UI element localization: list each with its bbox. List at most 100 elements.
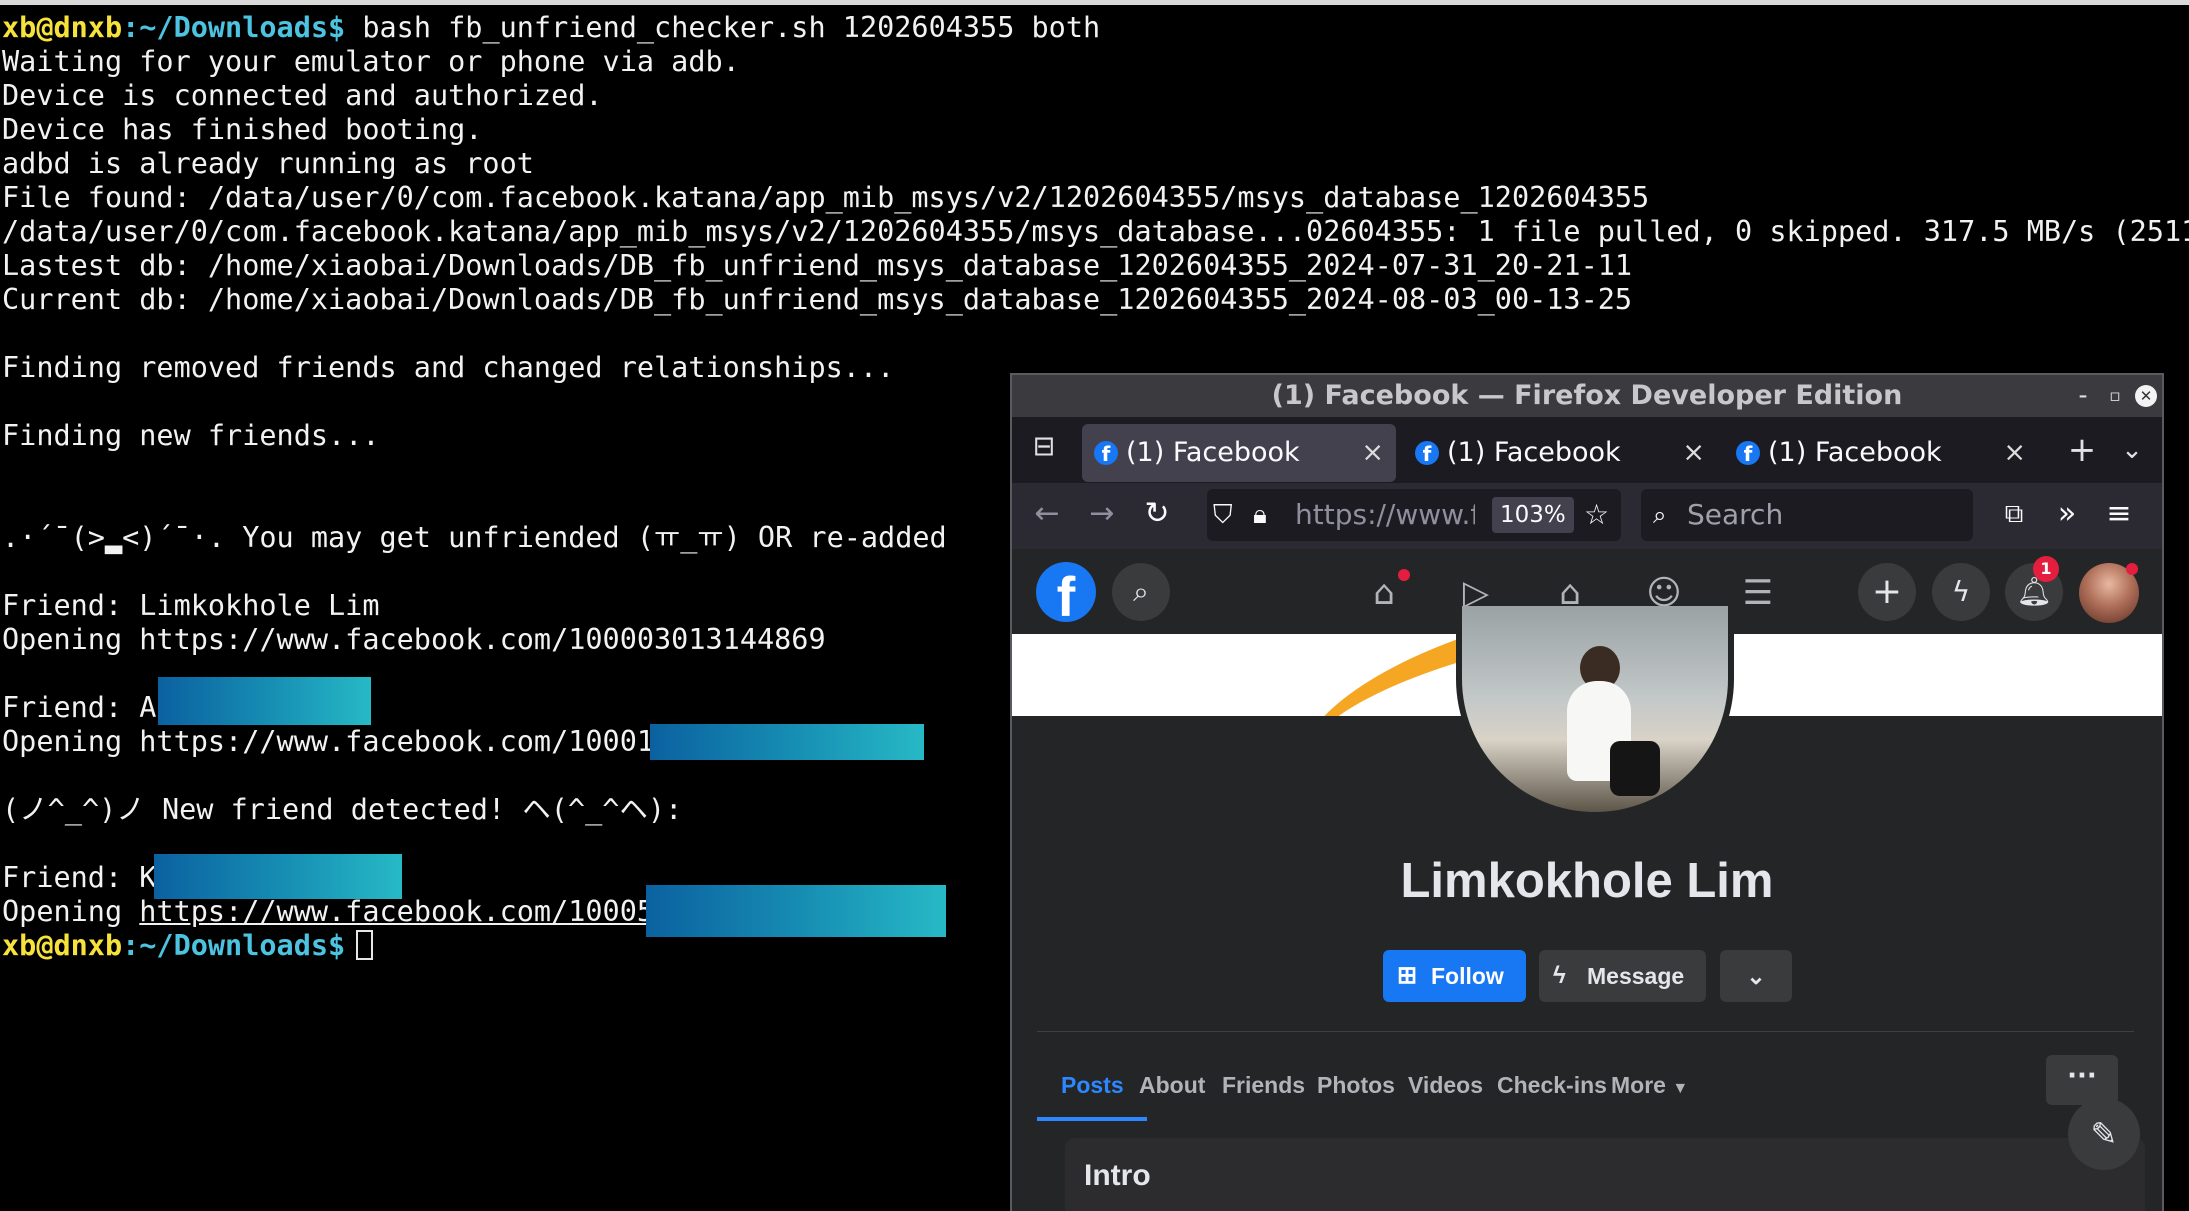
output-line: Friend: A	[2, 691, 157, 724]
prompt-symbol: $	[328, 929, 346, 962]
output-line: (ノ^_^)ノ New friend detected! ヘ(^_^ヘ):	[2, 793, 683, 826]
output-line: /data/user/0/com.facebook.katana/app_mib…	[2, 215, 2189, 248]
tab-facebook-3[interactable]: f (1) Facebook ×	[1724, 424, 2038, 482]
redaction-block	[650, 724, 924, 760]
tab-list-icon[interactable]: ⊟	[1026, 431, 1062, 467]
chevron-down-icon: ⌄	[1746, 963, 1766, 989]
tab-close-icon[interactable]: ×	[1361, 424, 1384, 482]
output-line: Friend: Limkokhole Lim	[2, 589, 380, 622]
output-line: .·´¯(>▂<)´¯·. You may get unfriended (ㅠ_…	[2, 521, 947, 554]
profile-name: Limkokhole Lim	[1400, 854, 1774, 908]
facebook-icon[interactable]: f	[1036, 562, 1096, 628]
close-icon[interactable]: ✕	[2135, 385, 2157, 407]
lock-icon[interactable]: 🔒︎	[1253, 489, 1267, 541]
zoom-level[interactable]: 103%	[1492, 497, 1574, 533]
menu-icon[interactable]: ☰	[1734, 569, 1782, 617]
follow-button[interactable]: ⊞ Follow	[1383, 950, 1526, 1002]
profile-person-leg	[1610, 741, 1660, 796]
intro-card	[1065, 1138, 2145, 1211]
tab-posts[interactable]: Posts	[1061, 1072, 1124, 1099]
avatar-notification-dot	[2126, 563, 2138, 575]
command-text: bash fb_unfriend_checker.sh 1202604355 b…	[345, 11, 1101, 44]
tab-close-icon[interactable]: ×	[2003, 424, 2026, 482]
reload-icon[interactable]: ↻	[1136, 493, 1178, 535]
tab-about[interactable]: About	[1139, 1072, 1205, 1099]
hamburger-icon[interactable]: ≡	[2098, 493, 2140, 535]
output-line: Friend: K	[2, 861, 157, 894]
star-icon[interactable]: ☆	[1584, 489, 1609, 541]
prompt-line: xb@dnxb:~/Downloads$ bash fb_unfriend_ch…	[2, 11, 1100, 45]
tab-more-label: More	[1611, 1072, 1666, 1098]
redaction-block	[158, 677, 371, 725]
message-button[interactable]: ϟ Message	[1539, 950, 1706, 1002]
tab-more[interactable]: More ▼	[1611, 1072, 1688, 1099]
window-title: (1) Facebook — Firefox Developer Edition	[1271, 380, 1903, 411]
tab-friends[interactable]: Friends	[1222, 1072, 1305, 1099]
search-placeholder: Search	[1687, 498, 1784, 531]
tab-facebook-2[interactable]: f (1) Facebook ×	[1403, 424, 1717, 482]
output-line: Lastest db: /home/xiaobai/Downloads/DB_f…	[2, 249, 1633, 282]
tab-label: (1) Facebook	[1768, 437, 1942, 468]
follow-icon: ⊞	[1397, 962, 1418, 989]
facebook-favicon-icon: f	[1736, 441, 1760, 466]
prompt-line: xb@dnxb:~/Downloads$	[2, 929, 345, 963]
message-label: Message	[1587, 963, 1685, 989]
output-line: Opening https://www.facebook.com/10001	[2, 725, 655, 758]
window-titlebar[interactable]: (1) Facebook — Firefox Developer Edition…	[1012, 375, 2162, 417]
url-bar[interactable]: ⛉ 🔒︎ https://www.f 103% ☆	[1207, 489, 1621, 541]
maximize-icon[interactable]: ▫	[2104, 385, 2126, 407]
prompt-user: xb@dnxb	[2, 929, 123, 962]
overflow-icon[interactable]: »	[2046, 493, 2088, 535]
output-line: File found: /data/user/0/com.facebook.ka…	[2, 181, 1650, 214]
profile-divider	[1037, 1031, 2134, 1032]
facebook-favicon-icon: f	[1415, 441, 1439, 466]
tab-videos[interactable]: Videos	[1408, 1072, 1483, 1099]
url-text[interactable]: https://www.f	[1295, 489, 1475, 541]
output-line: Opening https://www.facebook.com/10005	[2, 895, 654, 929]
shield-icon[interactable]: ⛉	[1213, 489, 1233, 541]
output-line: Finding removed friends and changed rela…	[2, 351, 895, 384]
caret-down-icon: ▼	[1672, 1080, 1689, 1097]
messenger-icon[interactable]: ϟ	[1932, 563, 1990, 621]
tab-overflow-chevron-icon[interactable]: ⌄	[2112, 427, 2152, 473]
search-icon[interactable]: ⌕	[1112, 563, 1170, 621]
plus-icon[interactable]: +	[1858, 563, 1916, 621]
extensions-icon[interactable]: ⧉	[1993, 493, 2035, 535]
firefox-window[interactable]: (1) Facebook — Firefox Developer Edition…	[1010, 373, 2164, 1211]
tab-photos[interactable]: Photos	[1317, 1072, 1395, 1099]
redaction-block	[154, 854, 402, 899]
output-text: Opening	[2, 895, 140, 928]
tab-label: (1) Facebook	[1447, 437, 1621, 468]
profile-more-button[interactable]: ⌄	[1720, 950, 1792, 1002]
home-notification-dot	[1398, 569, 1410, 581]
tab-facebook-1[interactable]: f (1) Facebook ×	[1082, 424, 1396, 482]
navigation-toolbar: ← → ↻ ⛉ 🔒︎ https://www.f 103% ☆ ⌕ Search…	[1012, 483, 2162, 550]
ellipsis-icon: ···	[2067, 1061, 2097, 1091]
prompt-path: :~/Downloads	[122, 11, 329, 44]
search-bar[interactable]: ⌕ Search	[1641, 489, 1973, 541]
redaction-block	[646, 885, 946, 937]
tab-bar: ⊟ f (1) Facebook × f (1) Facebook × f (1…	[1012, 417, 2162, 483]
tab-close-icon[interactable]: ×	[1682, 424, 1705, 482]
prompt-user: xb@dnxb	[2, 11, 123, 44]
forward-icon[interactable]: →	[1081, 493, 1123, 535]
edit-icon[interactable]: ✎	[2068, 1098, 2140, 1170]
output-line: Waiting for your emulator or phone via a…	[2, 45, 740, 78]
terminal-link[interactable]: https://www.facebook.com/10005	[139, 895, 654, 928]
back-icon[interactable]: ←	[1026, 493, 1068, 535]
notification-badge: 1	[2033, 556, 2059, 582]
output-line: Device is connected and authorized.	[2, 79, 603, 112]
facebook-favicon-icon: f	[1094, 441, 1118, 466]
minimize-icon[interactable]: –	[2072, 385, 2094, 407]
output-line: Device has finished booting.	[2, 113, 483, 146]
new-tab-plus-icon[interactable]: +	[2062, 427, 2102, 473]
tab-check-ins[interactable]: Check-ins	[1497, 1072, 1607, 1099]
intro-title: Intro	[1084, 1159, 1151, 1192]
terminal-cursor	[356, 930, 373, 960]
output-line: Opening https://www.facebook.com/1000030…	[2, 623, 826, 656]
prompt-symbol: $	[328, 11, 346, 44]
active-tab-indicator	[1037, 1117, 1147, 1121]
prompt-path: :~/Downloads	[122, 929, 329, 962]
messenger-icon: ϟ	[1553, 962, 1566, 989]
output-line: Finding new friends...	[2, 419, 380, 452]
